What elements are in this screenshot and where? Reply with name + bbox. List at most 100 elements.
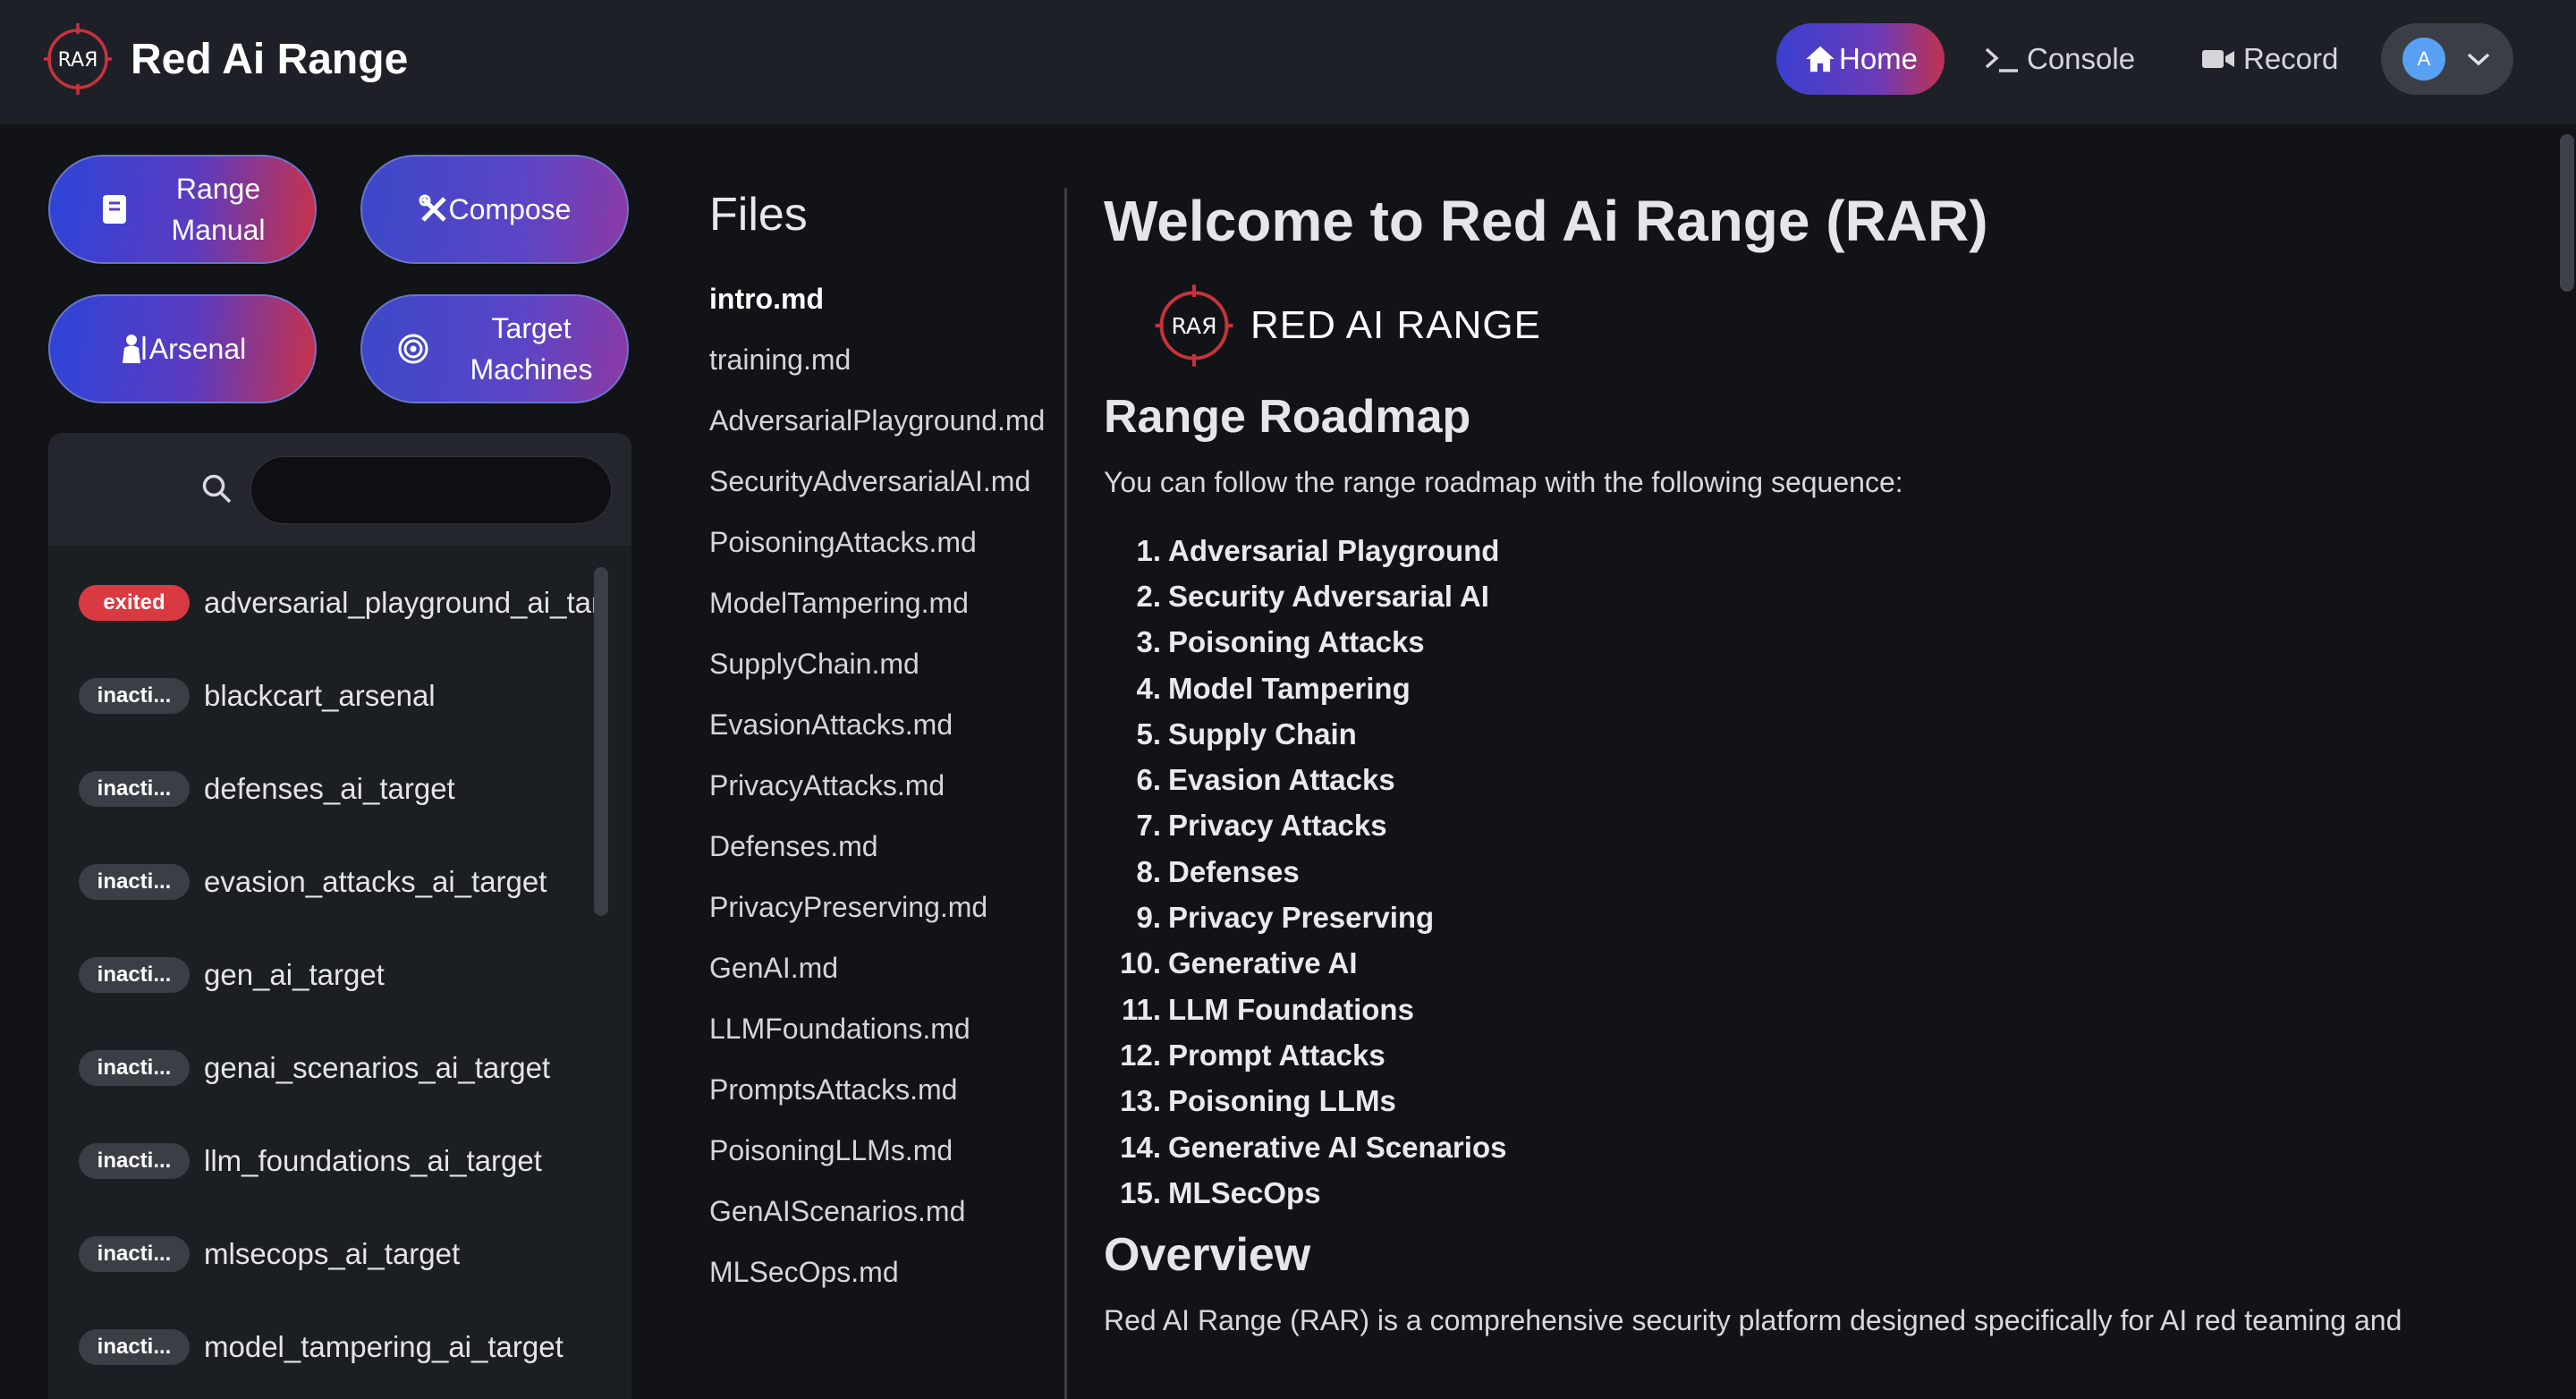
home-icon <box>1806 46 1835 72</box>
file-link-defenses[interactable]: Defenses.md <box>709 816 1045 877</box>
file-link-mlsecops[interactable]: MLSecOps.md <box>709 1242 1045 1302</box>
target-icon <box>398 334 428 364</box>
file-link-supply-chain[interactable]: SupplyChain.md <box>709 633 1045 694</box>
file-link-genai-scenarios[interactable]: GenAIScenarios.md <box>709 1181 1045 1242</box>
status-badge: inacti... <box>79 1143 190 1179</box>
search-icon <box>202 474 232 504</box>
file-link-security-adversarial-ai[interactable]: SecurityAdversarialAI.md <box>709 451 1045 512</box>
range-manual-button[interactable]: Range Manual <box>48 155 317 264</box>
top-navbar: RAЯ Red Ai Range Home Console Record A <box>0 0 2576 124</box>
brand-name: Red Ai Range <box>131 35 409 83</box>
status-badge: inacti... <box>79 957 190 993</box>
roadmap-item: 7. Privacy Attacks <box>1136 809 1387 843</box>
compose-label: Compose <box>448 193 572 225</box>
search-input[interactable] <box>250 456 612 524</box>
file-link-adversarial-playground[interactable]: AdversarialPlayground.md <box>709 390 1045 451</box>
nav-console-label: Console <box>2027 42 2136 75</box>
roadmap-item: 12. Prompt Attacks <box>1120 1038 1385 1072</box>
video-camera-icon <box>2202 50 2234 68</box>
overview-heading: Overview <box>1104 1229 1311 1282</box>
nav-home-button[interactable]: Home <box>1776 23 1945 95</box>
container-name: llm_foundations_ai_target <box>204 1144 542 1177</box>
status-badge: inacti... <box>79 678 190 714</box>
svg-text:RAЯ: RAЯ <box>1171 313 1216 339</box>
file-link-prompts-attacks[interactable]: PromptsAttacks.md <box>709 1059 1045 1120</box>
file-link-privacy-attacks[interactable]: PrivacyAttacks.md <box>709 755 1045 816</box>
roadmap-item: 8. Defenses <box>1136 854 1300 888</box>
file-link-intro[interactable]: intro.md <box>709 268 1045 329</box>
svg-text:RAЯ: RAЯ <box>58 49 98 72</box>
status-badge: inacti... <box>79 1050 190 1086</box>
roadmap-item: 10. Generative AI <box>1120 946 1358 980</box>
list-item[interactable]: inacti... gen_ai_target <box>48 928 596 1022</box>
list-item[interactable]: inacti... evasion_attacks_ai_target <box>48 835 596 928</box>
brand[interactable]: RAЯ Red Ai Range <box>43 21 408 97</box>
overview-text: Red AI Range (RAR) is a comprehensive se… <box>1104 1304 2402 1337</box>
container-name: mlsecops_ai_target <box>204 1237 461 1270</box>
file-link-model-tampering[interactable]: ModelTampering.md <box>709 572 1045 633</box>
arsenal-button[interactable]: Arsenal <box>48 294 317 403</box>
terminal-icon <box>1985 47 2018 72</box>
list-item[interactable]: inacti... blackcart_arsenal <box>48 649 596 742</box>
rar-banner: RAЯ RED AI RANGE <box>1154 281 2517 370</box>
container-name: gen_ai_target <box>204 958 385 991</box>
roadmap-item: 13. Poisoning LLMs <box>1120 1084 1396 1118</box>
nav-home-label: Home <box>1838 42 1919 75</box>
status-badge: exited <box>79 585 190 621</box>
file-link-poisoning-attacks[interactable]: PoisoningAttacks.md <box>709 512 1045 572</box>
files-heading: Files <box>709 189 808 241</box>
file-link-poisoning-llms[interactable]: PoisoningLLMs.md <box>709 1120 1045 1181</box>
file-link-training[interactable]: training.md <box>709 329 1045 390</box>
document-content: Welcome to Red Ai Range (RAR) RAЯ RED AI… <box>1104 188 2517 1341</box>
arsenal-label: Arsenal <box>148 333 247 365</box>
container-name: evasion_attacks_ai_target <box>204 865 547 898</box>
status-badge: inacti... <box>79 1329 190 1365</box>
status-badge: inacti... <box>79 864 190 900</box>
list-item[interactable]: inacti... llm_foundations_ai_target <box>48 1115 596 1208</box>
soldier-icon <box>122 335 146 363</box>
roadmap-item: 5. Supply Chain <box>1136 716 1357 750</box>
roadmap-intro: You can follow the range roadmap with th… <box>1104 466 1903 498</box>
list-item[interactable]: inacti... mlsecops_ai_target <box>48 1208 596 1301</box>
chevron-down-icon <box>2467 53 2490 66</box>
target-machines-button[interactable]: Target Machines <box>360 294 629 403</box>
tools-icon <box>419 194 446 222</box>
list-item[interactable]: inacti... model_tampering_ai_target <box>48 1301 596 1394</box>
roadmap-heading: Range Roadmap <box>1104 391 1471 443</box>
roadmap-item: 15. MLSecOps <box>1120 1175 1321 1209</box>
roadmap-item: 14. Generative AI Scenarios <box>1120 1130 1507 1164</box>
nav-record-link[interactable]: Record <box>2200 23 2338 95</box>
status-badge: inacti... <box>79 1236 190 1272</box>
file-link-llm-foundations[interactable]: LLMFoundations.md <box>709 998 1045 1059</box>
search-bar <box>48 433 631 546</box>
roadmap-item: 4. Model Tampering <box>1136 671 1411 705</box>
roadmap-item: 2. Security Adversarial AI <box>1136 579 1489 613</box>
file-link-genai[interactable]: GenAI.md <box>709 937 1045 998</box>
list-scrollbar[interactable] <box>594 567 608 916</box>
list-item[interactable]: exited adversarial_playground_ai_target <box>48 556 596 649</box>
banner-text: RED AI RANGE <box>1250 303 1541 347</box>
nav-console-link[interactable]: Console <box>1984 23 2135 95</box>
user-menu[interactable]: A <box>2381 23 2513 95</box>
container-name: defenses_ai_target <box>204 772 455 805</box>
rar-logo-icon: RAЯ <box>1155 284 1233 367</box>
file-link-privacy-preserving[interactable]: PrivacyPreserving.md <box>709 877 1045 937</box>
page-title: Welcome to Red Ai Range (RAR) <box>1104 189 1988 253</box>
container-list: exited adversarial_playground_ai_target … <box>48 556 596 1394</box>
roadmap-item: 3. Poisoning Attacks <box>1136 625 1425 659</box>
range-manual-label: Range Manual <box>171 173 266 246</box>
nav-record-label: Record <box>2243 42 2339 75</box>
compose-button[interactable]: Compose <box>360 155 629 264</box>
roadmap-item: 11. LLM Foundations <box>1121 992 1414 1026</box>
target-machines-label: Target Machines <box>470 312 593 386</box>
roadmap-item: 1. Adversarial Playground <box>1136 533 1500 567</box>
container-name: adversarial_playground_ai_target <box>204 586 596 619</box>
roadmap-item: 9. Privacy Preserving <box>1136 901 1435 935</box>
status-badge: inacti... <box>79 771 190 807</box>
book-icon <box>102 195 126 224</box>
list-item[interactable]: inacti... defenses_ai_target <box>48 742 596 835</box>
list-item[interactable]: inacti... genai_scenarios_ai_target <box>48 1022 596 1115</box>
file-link-evasion-attacks[interactable]: EvasionAttacks.md <box>709 694 1045 755</box>
roadmap-list: 1. Adversarial Playground 2. Security Adve… <box>1104 528 2517 1216</box>
page-scrollbar[interactable] <box>2560 134 2574 292</box>
